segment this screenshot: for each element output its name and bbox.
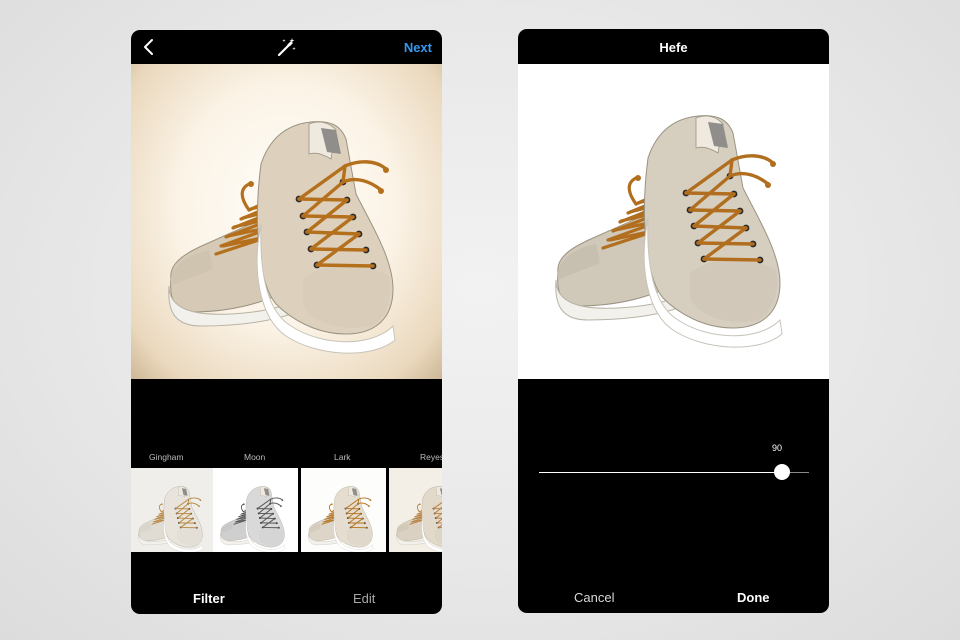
filter-thumb-lark[interactable]	[301, 468, 386, 552]
filter-label-moon: Moon	[244, 452, 266, 462]
sneakers-image	[137, 485, 204, 552]
photo-preview	[518, 64, 829, 379]
filter-strip: Gingham Moon Lark Reyes	[131, 448, 442, 558]
sneakers-image	[167, 119, 397, 355]
filter-thumb-reyes[interactable]	[389, 468, 442, 552]
filter-strength-screen: Hefe 90 Cancel Done	[518, 29, 829, 613]
sneakers-image	[307, 485, 374, 552]
page-title: Hefe	[659, 40, 688, 55]
tab-filter[interactable]: Filter	[193, 591, 225, 606]
slider-value: 90	[772, 443, 783, 453]
filter-screen: Next Gingham Moon Lark Reyes Filter Edit	[131, 30, 442, 614]
back-button[interactable]	[140, 37, 160, 57]
chevron-left-icon	[144, 39, 153, 55]
sneakers-image	[395, 485, 442, 552]
cancel-button[interactable]: Cancel	[574, 590, 614, 605]
top-bar: Next	[131, 30, 442, 64]
filter-label-gingham: Gingham	[149, 452, 184, 462]
magic-wand-button[interactable]	[275, 37, 297, 59]
strength-slider[interactable]	[539, 464, 809, 480]
magic-wand-icon	[277, 38, 296, 57]
filter-label-lark: Lark	[334, 452, 351, 462]
next-button[interactable]: Next	[404, 40, 432, 55]
sneakers-image	[219, 485, 286, 552]
filter-label-reyes: Reyes	[420, 452, 442, 462]
done-button[interactable]: Done	[737, 590, 770, 605]
slider-fill	[539, 472, 782, 473]
photo-preview	[131, 64, 442, 379]
slider-handle[interactable]	[774, 464, 790, 480]
tab-edit[interactable]: Edit	[353, 591, 375, 606]
sneakers-image	[554, 113, 784, 349]
filter-thumb-moon[interactable]	[213, 468, 298, 552]
filter-thumb-gingham[interactable]	[131, 468, 216, 552]
top-bar: Hefe	[518, 29, 829, 63]
